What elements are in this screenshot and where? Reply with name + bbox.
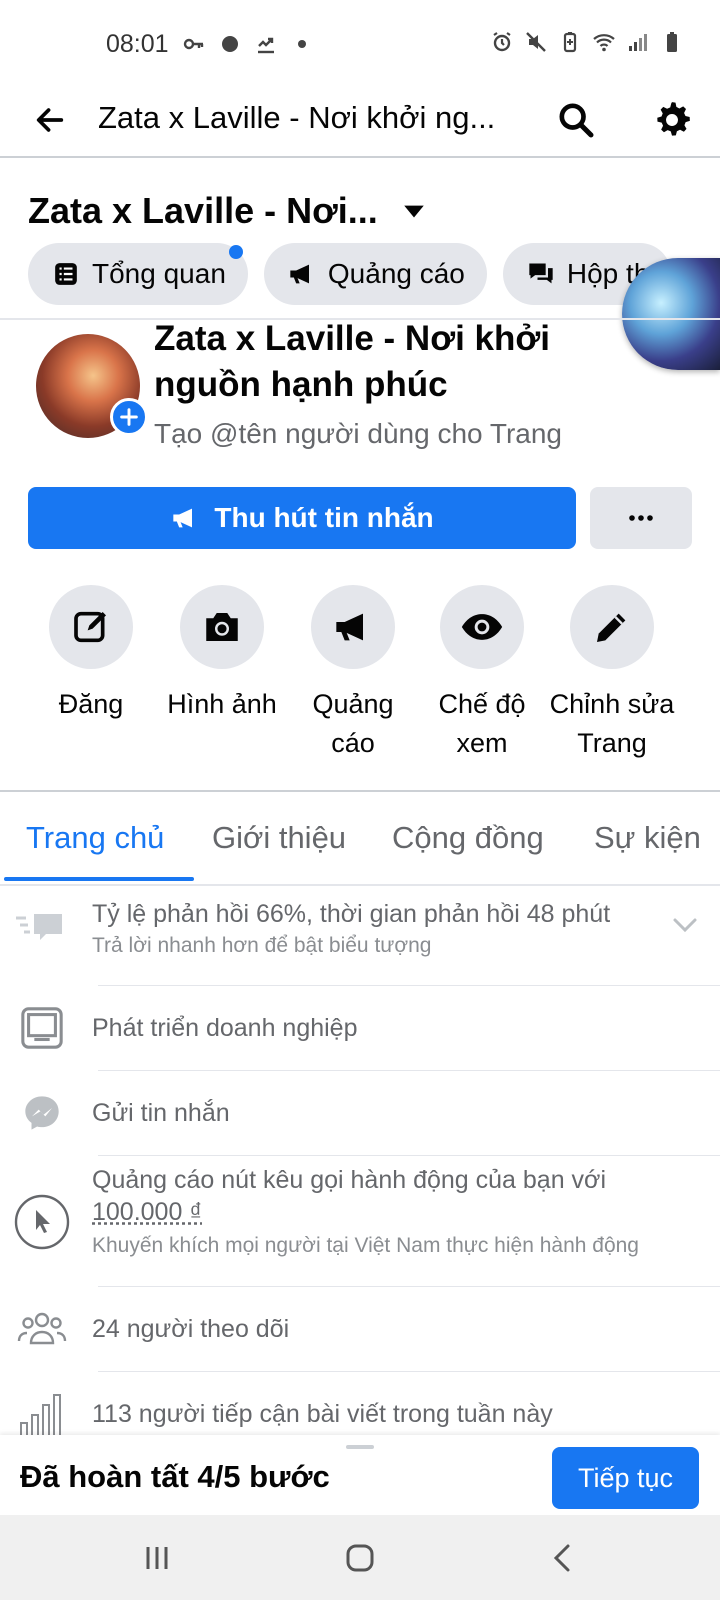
recent-apps-button[interactable] — [132, 1535, 182, 1581]
search-button[interactable] — [552, 96, 600, 144]
wifi-icon — [593, 34, 615, 52]
continue-button[interactable]: Tiếp tục — [552, 1447, 699, 1509]
info-response-rate[interactable]: Tỷ lệ phản hồi 66%, thời gian phản hồi 4… — [0, 890, 720, 978]
chip-ads[interactable]: Quảng cáo — [263, 243, 487, 305]
signal-icon — [629, 34, 647, 51]
chip-overview[interactable]: Tổng quan — [28, 243, 248, 305]
people-icon — [16, 1303, 68, 1355]
status-time: 08:01 — [106, 30, 169, 58]
action-label: Quảng cáo — [312, 689, 394, 758]
info-title: Gửi tin nhắn — [92, 1099, 230, 1127]
back-nav-button[interactable] — [538, 1535, 588, 1581]
page-name: Zata x Laville - Nơi... — [28, 190, 378, 231]
gear-icon — [657, 102, 690, 136]
divider — [0, 884, 720, 886]
chat-head-avatar[interactable] — [622, 258, 720, 370]
messenger-icon — [16, 1087, 68, 1139]
info-subtitle: Khuyến khích mọi người tại Việt Nam thực… — [92, 1234, 639, 1257]
action-label: Hình ảnh — [167, 689, 277, 719]
info-subtitle: Trả lời nhanh hơn để bật biểu tượng — [92, 934, 432, 957]
megaphone-icon — [311, 585, 395, 669]
page-switcher[interactable]: Zata x Laville - Nơi... — [28, 186, 428, 236]
action-label: Đăng — [58, 689, 124, 719]
mute-icon — [526, 32, 546, 52]
action-ads[interactable]: Quảng cáo — [288, 585, 418, 763]
info-price: 100.000 ₫ — [92, 1198, 203, 1226]
response-icon — [16, 904, 68, 956]
recent-apps-icon — [146, 1547, 168, 1569]
add-photo-button[interactable] — [110, 398, 148, 436]
compose-icon — [49, 585, 133, 669]
home-icon — [346, 1544, 374, 1572]
search-icon — [559, 103, 594, 138]
system-nav-bar — [0, 1515, 720, 1600]
page-tabs: Trang chủ Giới thiệu Cộng đồng Sự kiện — [0, 792, 720, 884]
create-username-link[interactable]: Tạo @tên người dùng cho Trang — [154, 418, 562, 450]
tab-about[interactable]: Giới thiệu — [212, 820, 346, 856]
info-title: 24 người theo dõi — [92, 1315, 290, 1343]
caret-down-icon — [400, 197, 428, 225]
button-label: Thu hút tin nhắn — [214, 502, 434, 533]
action-label: Chỉnh sửa Trang — [549, 689, 675, 758]
progress-text: Đã hoàn tất 4/5 bước — [20, 1459, 330, 1494]
list-icon — [52, 260, 80, 288]
chip-label: Quảng cáo — [327, 258, 465, 289]
app-bar-title: Zata x Laville - Nơi khởi ng... — [98, 100, 496, 135]
battery-saver-icon — [563, 32, 577, 53]
plus-icon — [120, 408, 138, 426]
status-left-icons — [182, 32, 314, 56]
chat-icon — [527, 260, 555, 288]
eye-icon — [440, 585, 524, 669]
circle-icon — [222, 36, 238, 52]
tab-community[interactable]: Cộng đồng — [392, 820, 544, 856]
chevron-left-icon — [553, 1544, 570, 1572]
info-cta-ad[interactable]: Quảng cáo nút kêu gọi hành động của bạn … — [0, 1156, 720, 1286]
info-followers[interactable]: 24 người theo dõi — [0, 1287, 720, 1371]
action-photo[interactable]: Hình ảnh — [157, 585, 287, 724]
chevron-down-icon — [673, 918, 697, 933]
status-right-icons — [490, 30, 684, 54]
drag-handle[interactable] — [346, 1445, 374, 1449]
info-title: Tỷ lệ phản hồi 66%, thời gian phản hồi 4… — [92, 900, 611, 928]
status-bar: 08:01 — [0, 0, 720, 86]
info-title: Phát triển doanh nghiệp — [92, 1014, 358, 1042]
info-reach[interactable]: 113 người tiếp cận bài viết trong tuần n… — [0, 1372, 720, 1439]
action-view-mode[interactable]: Chế độ xem — [417, 585, 547, 763]
camera-icon — [180, 585, 264, 669]
settings-button[interactable] — [648, 96, 696, 144]
active-tab-indicator — [4, 877, 194, 881]
info-title: Quảng cáo nút kêu gọi hành động của bạn … — [92, 1166, 607, 1194]
battery-icon — [667, 32, 677, 52]
dot-icon — [298, 40, 306, 48]
profile-name: Zata x Laville - Nơi khởi nguồn hạnh phú… — [154, 319, 550, 404]
alarm-icon — [493, 32, 511, 52]
cursor-icon — [14, 1194, 70, 1250]
megaphone-icon — [288, 260, 316, 288]
home-button[interactable] — [335, 1535, 385, 1581]
tab-events[interactable]: Sự kiện — [594, 820, 701, 856]
action-post[interactable]: Đăng — [26, 585, 156, 724]
pencil-icon — [570, 585, 654, 669]
more-options-button[interactable] — [590, 487, 692, 549]
quick-actions: Đăng Hình ảnh Quảng cáo Chế độ xem Chỉnh s… — [26, 585, 706, 765]
action-label: Chế độ xem — [438, 689, 526, 758]
setup-progress-bar: Đã hoàn tất 4/5 bước Tiếp tục — [0, 1435, 720, 1515]
info-business-growth[interactable]: Phát triển doanh nghiệp — [0, 986, 720, 1070]
key-icon — [183, 38, 204, 50]
laptop-icon — [16, 1002, 68, 1054]
app-bar: Zata x Laville - Nơi khởi ng... — [0, 86, 720, 158]
chip-label: Tổng quan — [92, 258, 226, 289]
sync-icon — [258, 37, 274, 54]
megaphone-icon — [170, 503, 200, 533]
page-tools-chips: Tổng quan Quảng cáo Hộp th — [28, 243, 672, 305]
info-send-message[interactable]: Gửi tin nhắn — [0, 1071, 720, 1155]
back-arrow-icon — [36, 108, 64, 132]
back-button[interactable] — [28, 98, 72, 142]
get-messages-button[interactable]: Thu hút tin nhắn — [28, 487, 576, 549]
tab-home[interactable]: Trang chủ — [26, 820, 164, 856]
more-dots-icon — [629, 515, 653, 521]
notification-dot — [228, 245, 243, 259]
info-title: 113 người tiếp cận bài viết trong tuần n… — [92, 1400, 553, 1428]
action-edit-page[interactable]: Chỉnh sửa Trang — [547, 585, 677, 763]
